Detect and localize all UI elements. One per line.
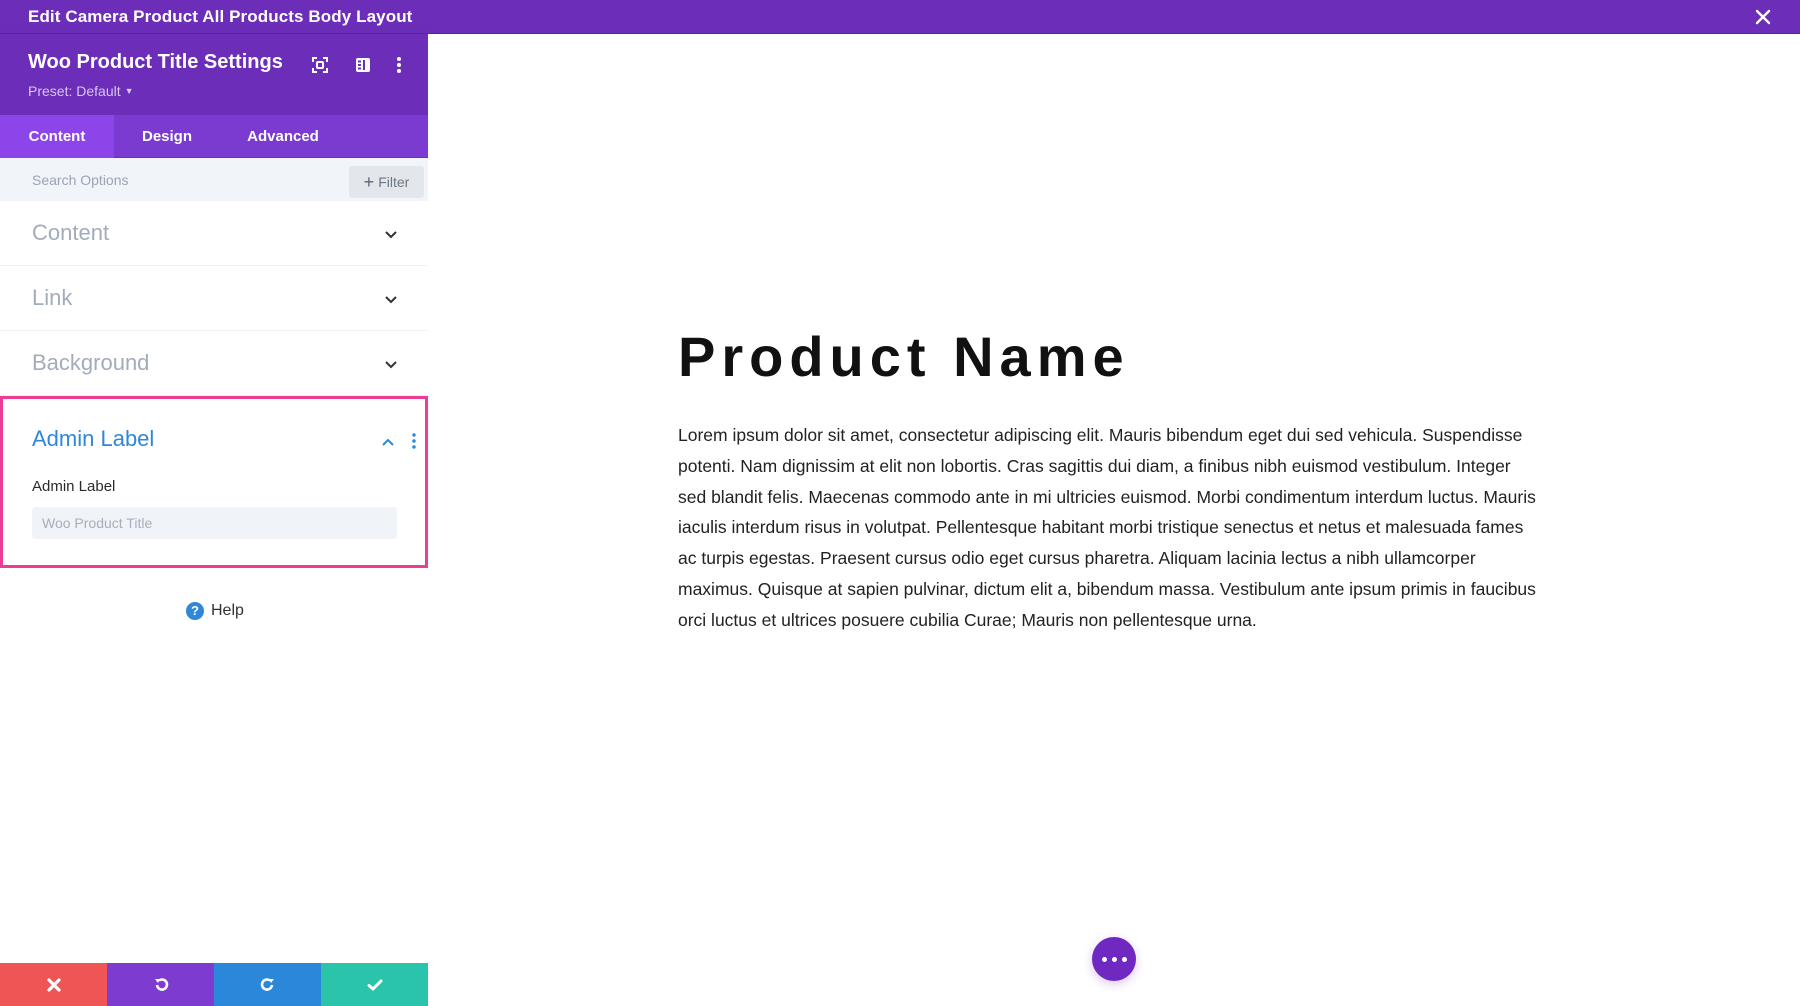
- section-content[interactable]: Content: [0, 201, 428, 266]
- tab-content[interactable]: Content: [0, 115, 114, 158]
- cancel-button[interactable]: [0, 963, 107, 1006]
- more-options-icon: [1111, 956, 1117, 962]
- filter-button[interactable]: + Filter: [349, 166, 424, 198]
- section-background[interactable]: Background: [0, 331, 428, 396]
- undo-button[interactable]: [107, 963, 214, 1006]
- tab-advanced[interactable]: Advanced: [228, 115, 338, 158]
- section-label: Link: [32, 285, 73, 310]
- more-options-icon: [1101, 956, 1107, 962]
- chevron-down-icon: [385, 231, 397, 239]
- title-bar: Edit Camera Product All Products Body La…: [0, 0, 1800, 34]
- search-bar: +Filter: [0, 158, 428, 201]
- chevron-down-icon: [385, 296, 397, 304]
- preset-label: Preset: Default: [28, 83, 121, 99]
- section-label: Content: [32, 220, 110, 245]
- section-link[interactable]: Link: [0, 266, 428, 331]
- settings-panel: Woo Product Title Settings Preset: Defau…: [0, 34, 428, 1006]
- chevron-up-icon[interactable]: [381, 436, 395, 450]
- close-icon: [46, 977, 61, 992]
- redo-icon: [260, 977, 274, 991]
- check-icon: [367, 979, 382, 990]
- split-view-icon[interactable]: [352, 54, 374, 76]
- admin-label-field-label: Admin Label: [32, 478, 116, 495]
- redo-button[interactable]: [214, 963, 321, 1006]
- admin-label-input[interactable]: [32, 507, 397, 539]
- save-button[interactable]: [321, 963, 428, 1006]
- more-options-icon: [1121, 956, 1127, 962]
- filter-label: Filter: [378, 174, 410, 190]
- section-admin-label: Admin Label Admin Label: [0, 396, 428, 568]
- help-link[interactable]: ? Help: [186, 600, 244, 622]
- kebab-menu-icon[interactable]: [410, 432, 418, 450]
- help-label: Help: [211, 602, 244, 619]
- caret-down-icon: ▼: [124, 86, 134, 96]
- window-title: Edit Camera Product All Products Body La…: [28, 7, 413, 26]
- section-label: Background: [32, 350, 150, 375]
- panel-header: Woo Product Title Settings Preset: Defau…: [0, 34, 428, 115]
- panel-tabs: Content Design Advanced: [0, 115, 428, 158]
- undo-icon: [154, 977, 168, 991]
- action-bar: [0, 963, 428, 1006]
- kebab-menu-icon[interactable]: [388, 54, 410, 76]
- plus-icon: +: [363, 172, 375, 192]
- more-options-button[interactable]: [1092, 937, 1136, 981]
- search-options-input[interactable]: [0, 158, 340, 201]
- fullscreen-icon[interactable]: [309, 54, 331, 76]
- help-icon: ?: [186, 602, 204, 620]
- panel-title: Woo Product Title Settings: [28, 51, 283, 73]
- tab-design[interactable]: Design: [114, 115, 220, 158]
- product-description[interactable]: Lorem ipsum dolor sit amet, consectetur …: [678, 420, 1538, 636]
- chevron-down-icon: [385, 361, 397, 369]
- close-icon[interactable]: [1752, 6, 1774, 28]
- preset-dropdown[interactable]: Preset: Default ▼: [28, 83, 134, 99]
- section-label[interactable]: Admin Label: [32, 426, 154, 452]
- page-canvas: Product Name Lorem ipsum dolor sit amet,…: [428, 34, 1800, 1006]
- product-title[interactable]: Product Name: [678, 324, 1130, 389]
